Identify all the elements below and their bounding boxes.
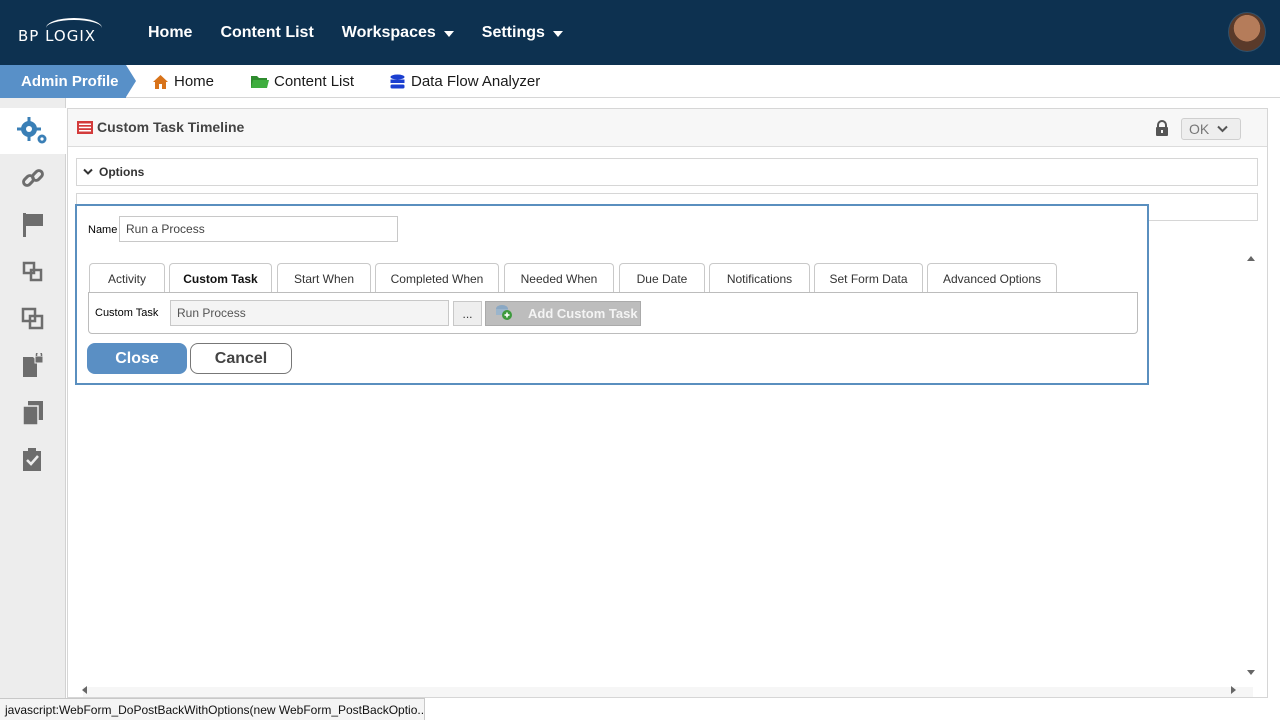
sidebar-item-settings[interactable] [0,108,66,154]
top-navbar: BP LOGIX Home Content List Workspaces Se… [0,0,1280,65]
nav-content-list[interactable]: Content List [220,24,313,42]
name-label: Name [88,224,118,236]
sidebar-item-locked-docs[interactable] [0,343,66,389]
custom-task-label: Custom Task [95,307,159,319]
left-sidebar [0,98,66,720]
nav-workspaces[interactable]: Workspaces [342,24,454,42]
add-custom-task-label: Add Custom Task [528,306,638,321]
database-icon [390,74,405,88]
tab-needed-when-label: Needed When [520,271,598,286]
ok-label: OK [1189,121,1210,137]
add-task-icon [496,305,512,320]
tab-set-form-data-label: Set Form Data [829,271,908,286]
locked-document-icon [23,353,44,377]
documents-icon [22,401,43,426]
ok-dropdown-button[interactable]: OK [1181,118,1241,140]
home-icon [153,74,168,89]
status-bar-text: javascript:WebForm_DoPostBackWithOptions… [5,702,425,717]
tab-needed-when[interactable]: Needed When [504,263,614,293]
name-field[interactable] [119,216,398,242]
top-nav: Home Content List Workspaces Settings [148,0,591,65]
scroll-down-arrow[interactable] [1246,669,1256,677]
cancel-label: Cancel [214,349,268,367]
browse-button[interactable]: ... [453,301,482,326]
tab-advanced-options[interactable]: Advanced Options [927,263,1057,293]
sidebar-item-copy[interactable] [0,249,66,295]
copy-squares-icon [22,261,43,282]
nav-settings-label: Settings [481,23,545,41]
tab-due-date[interactable]: Due Date [619,263,705,293]
chevron-down-icon [83,168,93,175]
panel-title: Custom Task Timeline [97,119,245,135]
admin-profile-label: Admin Profile [21,73,119,90]
close-label: Close [115,349,159,367]
tab-custom-task-label: Custom Task [183,271,258,286]
options-label: Options [99,165,145,179]
admin-profile-crumb[interactable]: Admin Profile [0,65,126,98]
tab-advanced-options-label: Advanced Options [942,271,1042,286]
browse-label: ... [462,306,473,321]
bp-logix-logo[interactable]: BP LOGIX [18,16,108,48]
folder-icon [251,76,269,88]
tab-notifications[interactable]: Notifications [709,263,810,293]
options-section-toggle[interactable]: Options [76,158,1258,186]
breadcrumb-home-label: Home [174,73,215,90]
nav-settings[interactable]: Settings [482,24,563,42]
nav-home-label: Home [148,23,193,41]
user-avatar[interactable] [1228,12,1266,52]
checklist-icon [23,448,41,471]
breadcrumb-data-flow-analyzer[interactable]: Data Flow Analyzer [389,65,540,98]
gears-icon [17,117,47,144]
tab-set-form-data[interactable]: Set Form Data [814,263,923,293]
logo-text: BP LOGIX [18,27,97,45]
tab-custom-task[interactable]: Custom Task [169,263,272,293]
tab-start-when[interactable]: Start When [277,263,371,293]
custom-task-dialog: Name Activity Custom Task Start When Com… [75,204,1149,385]
sidebar-item-documents[interactable] [0,390,66,436]
nav-home[interactable]: Home [148,24,192,42]
tab-notifications-label: Notifications [726,271,793,286]
tab-due-date-label: Due Date [636,271,688,286]
nav-content-list-label: Content List [220,23,314,41]
lock-icon[interactable] [1155,120,1169,137]
sidebar-item-links[interactable] [0,155,66,201]
overlap-squares-icon [21,307,44,330]
horizontal-scrollbar[interactable] [83,687,1253,697]
breadcrumb-content-list[interactable]: Content List [250,65,354,98]
caret-down-icon [552,30,563,37]
sidebar-item-overlap[interactable] [0,296,66,342]
sidebar-item-checklist[interactable] [0,437,66,483]
tab-activity[interactable]: Activity [89,263,165,293]
breadcrumb-content-list-label: Content List [274,73,355,90]
breadcrumb-data-flow-analyzer-label: Data Flow Analyzer [411,73,541,90]
custom-task-tab-content: Custom Task ... Add Custom Task [88,292,1138,334]
sidebar-item-flags[interactable] [0,202,66,248]
browser-status-bar: javascript:WebForm_DoPostBackWithOptions… [0,698,425,720]
scroll-up-arrow[interactable] [1246,254,1256,262]
scroll-left-arrow[interactable] [80,685,88,695]
add-task-icon-wrap [494,303,514,324]
timeline-icon [77,121,93,134]
breadcrumb-arrow [126,65,136,97]
panel-header: Custom Task Timeline OK [68,109,1267,147]
scroll-right-arrow[interactable] [1230,685,1238,695]
main-panel: Custom Task Timeline OK Options [67,108,1268,698]
tab-completed-when-label: Completed When [390,271,484,286]
chevron-down-icon [1217,125,1228,133]
breadcrumb-home[interactable]: Home [152,65,214,98]
tab-activity-label: Activity [107,271,146,286]
add-custom-task-button[interactable]: Add Custom Task [485,301,641,326]
nav-workspaces-label: Workspaces [341,23,436,41]
custom-task-field[interactable] [170,300,449,326]
tab-completed-when[interactable]: Completed When [375,263,499,293]
close-button[interactable]: Close [87,343,187,374]
caret-down-icon [443,30,454,37]
tab-start-when-label: Start When [293,271,355,286]
cancel-button[interactable]: Cancel [190,343,292,374]
flag-icon [23,213,43,237]
breadcrumb-bar: Admin Profile Home Content List Data Flo… [0,65,1280,98]
link-icon [22,169,44,187]
